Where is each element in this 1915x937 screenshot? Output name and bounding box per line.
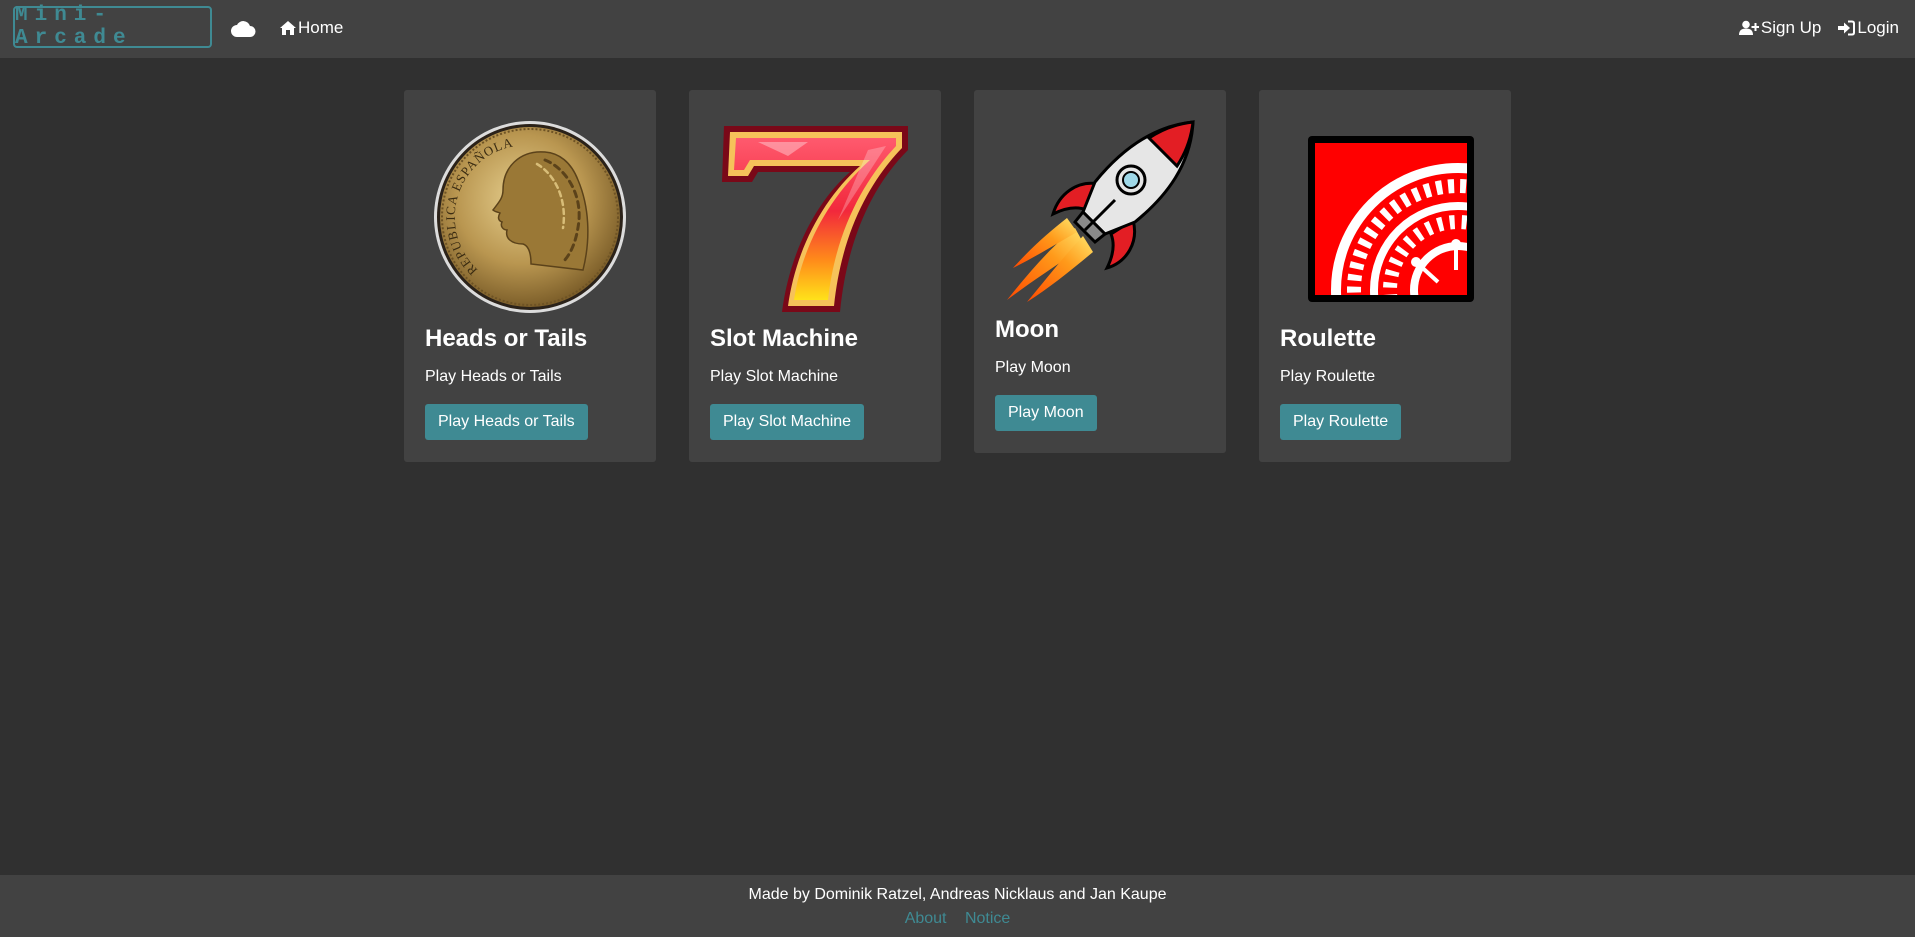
rocket-image <box>995 120 1205 305</box>
card-text: Play Heads or Tails <box>425 368 562 385</box>
play-roulette-button[interactable]: Play Roulette <box>1280 404 1402 440</box>
nav-login-label: Login <box>1857 18 1899 37</box>
nav-signup-label: Sign Up <box>1760 18 1822 37</box>
card-title: Heads or Tails <box>425 325 588 352</box>
footer-links: About Notice <box>0 909 1915 929</box>
play-heads-or-tails-button[interactable]: Play Heads or Tails <box>425 404 588 440</box>
nav-login-link[interactable]: Login <box>1837 18 1899 38</box>
user-plus-icon <box>1738 20 1759 35</box>
game-cards: REPUBLICA ESPAÑOLA Heads or Tails Play H… <box>404 90 1511 462</box>
card-moon: Moon Play Moon Play Moon <box>974 90 1226 453</box>
nav-signup-link[interactable]: Sign Up <box>1738 18 1822 38</box>
navbar: Mini-Arcade Home Sign Up Login <box>0 0 1915 58</box>
home-icon <box>280 21 296 35</box>
seven-image <box>710 120 920 314</box>
card-title: Roulette <box>1280 325 1376 352</box>
card-text: Play Moon <box>995 359 1071 376</box>
play-slot-machine-button[interactable]: Play Slot Machine <box>710 404 865 440</box>
roulette-image <box>1280 120 1490 314</box>
sign-in-icon <box>1838 20 1856 36</box>
card-title: Slot Machine <box>710 325 859 352</box>
card-text: Play Slot Machine <box>710 368 839 385</box>
nav-home-link[interactable]: Home <box>279 16 343 40</box>
card-text: Play Roulette <box>1280 368 1376 385</box>
nav-home-label: Home <box>298 18 344 37</box>
card-slot-machine: Slot Machine Play Slot Machine Play Slot… <box>689 90 941 462</box>
footer: Made by Dominik Ratzel, Andreas Nicklaus… <box>0 875 1915 937</box>
card-title: Moon <box>995 316 1059 343</box>
nav-right-group: Sign Up Login <box>1738 16 1899 40</box>
cloud-icon[interactable] <box>230 17 256 39</box>
footer-notice-link[interactable]: Notice <box>965 910 1010 927</box>
card-heads-or-tails: REPUBLICA ESPAÑOLA Heads or Tails Play H… <box>404 90 656 462</box>
coin-image: REPUBLICA ESPAÑOLA <box>425 120 635 314</box>
footer-credit: Made by Dominik Ratzel, Andreas Nicklaus… <box>748 886 1167 903</box>
brand-logo[interactable]: Mini-Arcade <box>13 4 212 50</box>
play-moon-button[interactable]: Play Moon <box>995 395 1097 431</box>
footer-about-link[interactable]: About <box>905 910 947 927</box>
card-roulette: Roulette Play Roulette Play Roulette <box>1259 90 1511 462</box>
